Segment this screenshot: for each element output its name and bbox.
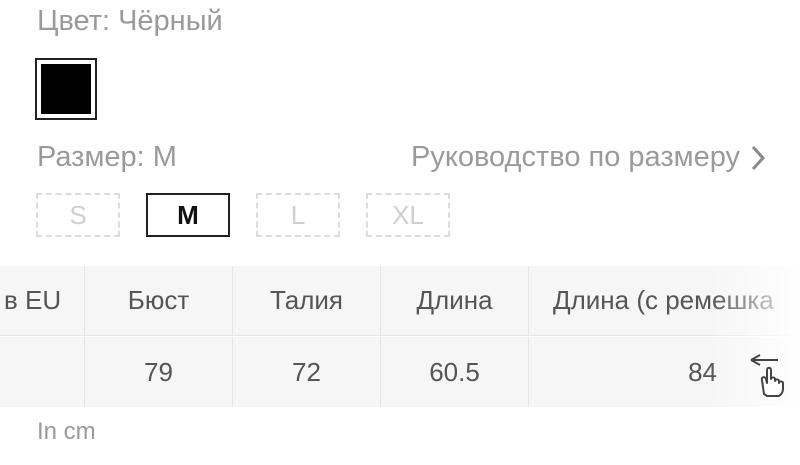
table-header-cell: Талия <box>233 266 381 336</box>
chevron-right-icon <box>751 145 766 170</box>
size-option-m[interactable]: M <box>146 193 230 237</box>
color-label: Цвет: Чёрный <box>37 5 223 37</box>
size-option-l[interactable]: L <box>256 193 340 237</box>
size-guide-link[interactable]: Руководство по размеру <box>411 141 766 174</box>
table-cell: 79 <box>85 337 233 407</box>
table-cell: 60.5 <box>381 337 529 407</box>
table-header-row: в EU Бюст Талия Длина Длина (с ремешка <box>0 266 800 336</box>
size-option-s[interactable]: S <box>36 193 120 237</box>
table-header-cell: Длина <box>381 266 529 336</box>
table-cell <box>0 337 85 407</box>
table-header-cell: Бюст <box>85 266 233 336</box>
unit-note: In cm <box>37 418 96 445</box>
table-cell: 84 <box>688 356 717 387</box>
swipe-left-hand-icon <box>750 354 784 397</box>
size-guide-label: Руководство по размеру <box>410 141 740 173</box>
color-swatch-black[interactable] <box>35 58 97 120</box>
size-label: Размер: M <box>37 141 177 173</box>
table-row: 79 72 60.5 84 <box>0 337 800 407</box>
size-option-xl[interactable]: XL <box>366 193 450 237</box>
table-header-cell: в EU <box>0 266 85 336</box>
size-table[interactable]: в EU Бюст Талия Длина Длина (с ремешка 7… <box>0 266 800 407</box>
table-cell: 72 <box>233 337 381 407</box>
swatch-fill <box>41 64 91 114</box>
